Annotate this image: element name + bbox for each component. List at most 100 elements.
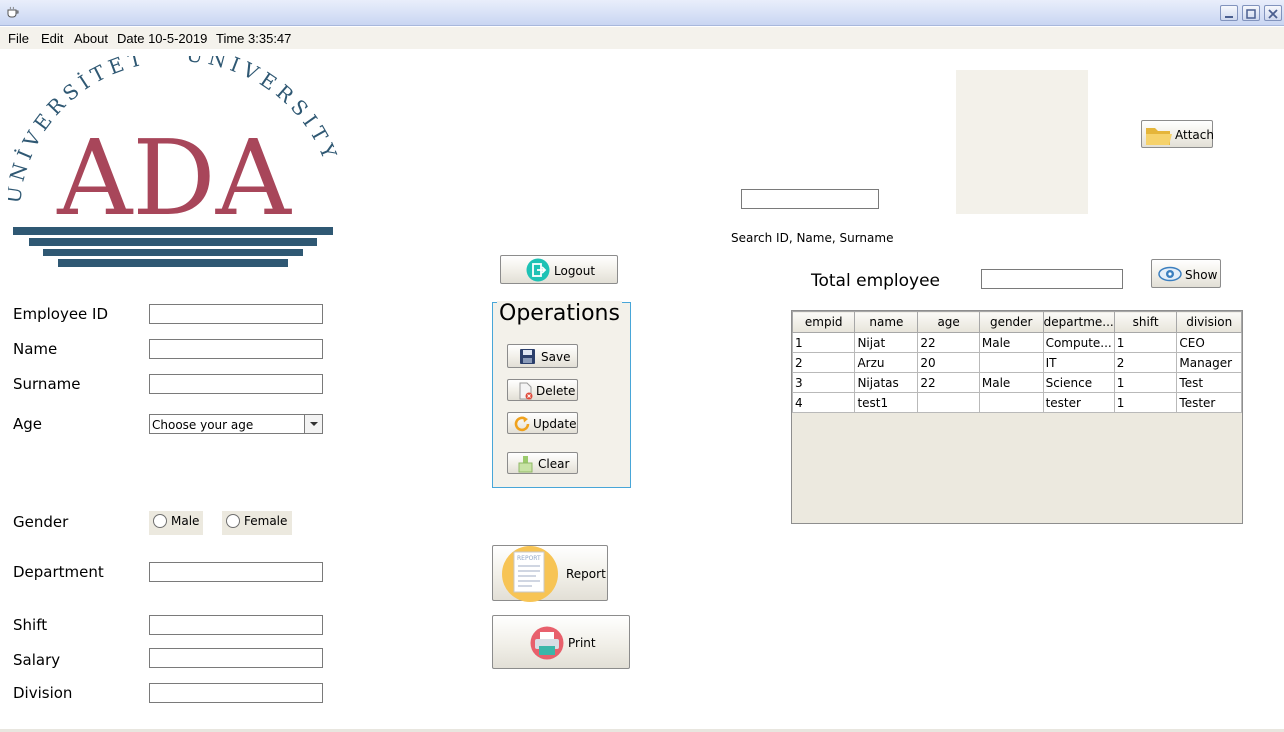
table-row[interactable]: 3 Nijatas 22 Male Science 1 Test — [791, 372, 1242, 393]
save-button[interactable]: Save — [507, 344, 578, 368]
department-input[interactable] — [149, 562, 323, 582]
age-combobox[interactable]: Choose your age — [149, 414, 323, 434]
cell-name[interactable]: test1 — [854, 392, 919, 413]
cell-division[interactable]: Manager — [1176, 352, 1242, 373]
header-department[interactable]: departme... — [1042, 311, 1115, 333]
surname-label: Surname — [13, 375, 81, 393]
close-icon — [1268, 9, 1278, 19]
division-label: Division — [13, 684, 73, 702]
header-empid[interactable]: empid — [791, 311, 856, 333]
header-gender[interactable]: gender — [978, 311, 1044, 333]
menu-file[interactable]: File — [8, 31, 29, 46]
save-label: Save — [541, 350, 571, 364]
table-row[interactable]: 4 test1 tester 1 Tester — [791, 392, 1242, 413]
search-label: Search ID, Name, Surname — [731, 231, 894, 245]
header-division[interactable]: division — [1176, 311, 1242, 333]
cell-empid[interactable]: 4 — [791, 392, 856, 413]
search-input[interactable] — [741, 189, 879, 209]
report-button[interactable]: REPORT Report — [492, 545, 608, 602]
window-titlebar — [0, 0, 1284, 26]
logout-label: Logout — [554, 264, 596, 278]
cell-name[interactable]: Nijatas — [854, 372, 919, 393]
total-employee-field[interactable] — [981, 269, 1123, 289]
cell-age[interactable]: 22 — [917, 332, 980, 353]
header-age[interactable]: age — [917, 311, 980, 333]
minimize-icon — [1225, 16, 1233, 18]
cell-department[interactable]: IT — [1042, 352, 1115, 373]
radio-circle-female[interactable] — [226, 514, 240, 528]
table-row[interactable]: 2 Arzu 20 IT 2 Manager — [791, 352, 1242, 373]
cell-age[interactable]: 20 — [917, 352, 980, 373]
cell-name[interactable]: Nijat — [854, 332, 919, 353]
cell-gender[interactable]: Male — [978, 372, 1044, 393]
report-label: Report — [566, 567, 606, 581]
cell-empid[interactable]: 1 — [791, 332, 856, 353]
save-icon — [520, 349, 535, 364]
name-input[interactable] — [149, 339, 323, 359]
cell-age[interactable]: 22 — [917, 372, 980, 393]
delete-label: Delete — [536, 384, 576, 398]
division-input[interactable] — [149, 683, 323, 703]
shift-input[interactable] — [149, 615, 323, 635]
attach-label: Attach — [1175, 128, 1214, 142]
logout-button[interactable]: Logout — [500, 255, 618, 284]
cell-shift[interactable]: 2 — [1113, 352, 1178, 373]
cell-shift[interactable]: 1 — [1113, 392, 1178, 413]
cell-division[interactable]: Tester — [1176, 392, 1242, 413]
maximize-button[interactable] — [1242, 5, 1260, 21]
delete-file-icon — [519, 382, 533, 400]
salary-input[interactable] — [149, 648, 323, 668]
minimize-button[interactable] — [1220, 5, 1238, 21]
cell-department[interactable]: Compute... — [1042, 332, 1115, 353]
gender-female-radio[interactable]: Female — [222, 511, 292, 535]
report-icon: REPORT — [502, 546, 558, 602]
radio-circle-male[interactable] — [153, 514, 167, 528]
employee-table[interactable]: empid name age gender departme... shift … — [791, 310, 1243, 524]
cell-shift[interactable]: 1 — [1113, 372, 1178, 393]
cell-name[interactable]: Arzu — [854, 352, 919, 373]
close-button[interactable] — [1264, 5, 1282, 21]
cell-empid[interactable]: 2 — [791, 352, 856, 373]
refresh-icon — [514, 416, 530, 432]
table-row[interactable]: 1 Nijat 22 Male Compute... 1 CEO — [791, 332, 1242, 353]
cell-gender[interactable] — [978, 392, 1044, 413]
name-label: Name — [13, 340, 58, 358]
employee-id-input[interactable] — [149, 304, 323, 324]
chevron-down-icon — [310, 422, 318, 426]
operations-panel: Operations Save Delete Update Clear — [492, 301, 631, 488]
photo-placeholder — [956, 70, 1088, 214]
age-dropdown-button[interactable] — [304, 415, 322, 433]
delete-button[interactable]: Delete — [507, 379, 578, 401]
update-button[interactable]: Update — [507, 412, 578, 434]
print-button[interactable]: Print — [492, 615, 630, 669]
clear-button[interactable]: Clear — [507, 452, 578, 474]
operations-title: Operations — [497, 301, 622, 326]
folder-icon — [1146, 128, 1172, 145]
attach-button[interactable]: Attach — [1141, 120, 1214, 148]
menu-edit[interactable]: Edit — [41, 31, 63, 46]
printer-icon — [530, 626, 564, 660]
cell-shift[interactable]: 1 — [1113, 332, 1178, 353]
logout-icon — [526, 258, 550, 282]
age-label: Age — [13, 415, 43, 433]
surname-input[interactable] — [149, 374, 323, 394]
employee-id-label: Employee ID — [13, 305, 109, 323]
cell-department[interactable]: tester — [1042, 392, 1115, 413]
menu-date[interactable]: Date 10-5-2019 — [117, 31, 207, 46]
gender-male-radio[interactable]: Male — [149, 511, 203, 535]
show-button[interactable]: Show — [1151, 259, 1221, 288]
header-shift[interactable]: shift — [1113, 311, 1178, 333]
cell-gender[interactable] — [978, 352, 1044, 373]
cell-department[interactable]: Science — [1042, 372, 1115, 393]
cell-division[interactable]: CEO — [1176, 332, 1242, 353]
cell-division[interactable]: Test — [1176, 372, 1242, 393]
cell-age[interactable] — [917, 392, 980, 413]
menu-about[interactable]: About — [74, 31, 108, 46]
cell-empid[interactable]: 3 — [791, 372, 856, 393]
cell-gender[interactable]: Male — [978, 332, 1044, 353]
app-coffee-icon — [7, 6, 19, 18]
menu-time[interactable]: Time 3:35:47 — [216, 31, 291, 46]
gender-label: Gender — [13, 513, 69, 531]
header-name[interactable]: name — [854, 311, 919, 333]
logo-main-text: ADA — [56, 117, 292, 239]
